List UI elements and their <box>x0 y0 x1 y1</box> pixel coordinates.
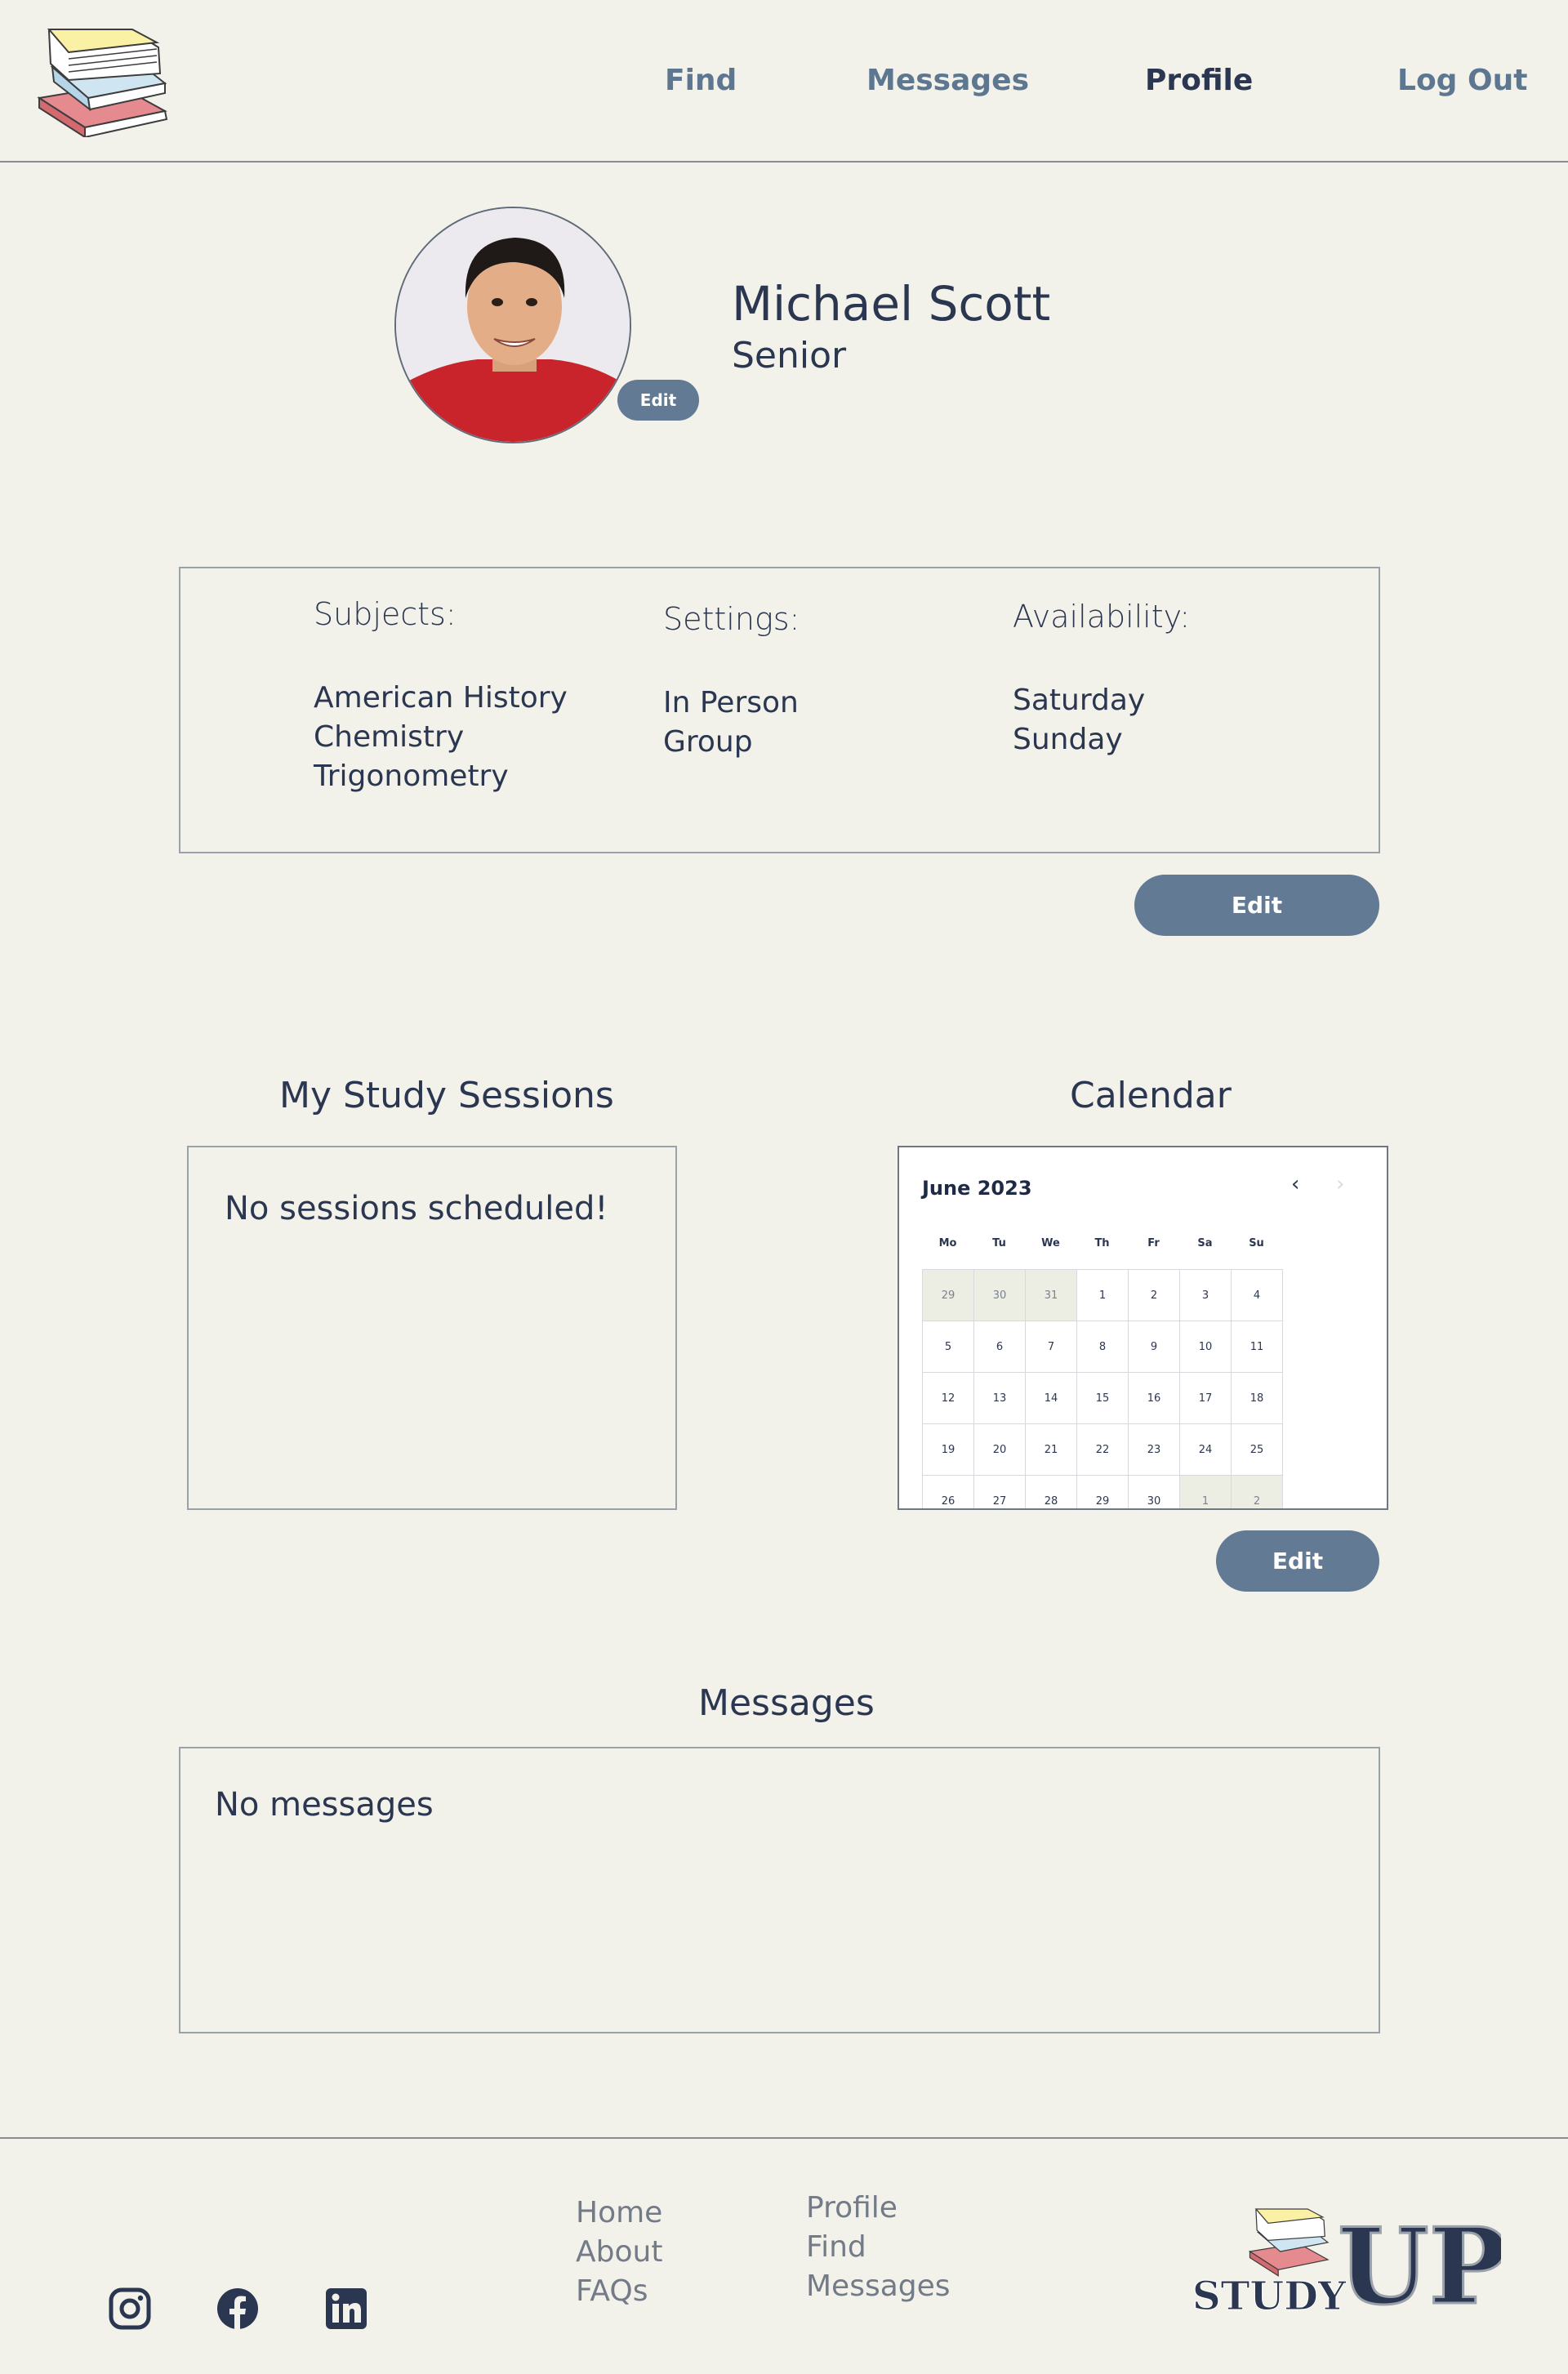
setting-item: Group <box>663 725 753 759</box>
footer-link-find[interactable]: Find <box>806 2228 951 2267</box>
profile-year: Senior <box>732 335 847 376</box>
nav-logout[interactable]: Log Out <box>1397 64 1527 97</box>
availability-heading: Availability: <box>1013 599 1191 635</box>
subjects-list: American History Chemistry Trigonometry <box>314 679 568 796</box>
edit-photo-button[interactable]: Edit <box>617 380 699 421</box>
calendar-day[interactable]: 12 <box>923 1373 974 1424</box>
calendar-day[interactable]: 7 <box>1026 1321 1077 1373</box>
availability-item: Sunday <box>1013 723 1123 756</box>
calendar-day[interactable]: 16 <box>1129 1373 1180 1424</box>
calendar-day[interactable]: 15 <box>1077 1373 1129 1424</box>
nav-profile[interactable]: Profile <box>1145 64 1253 97</box>
subjects-heading: Subjects: <box>314 596 457 632</box>
availability-list: Saturday Sunday <box>1013 681 1145 759</box>
no-messages-text: No messages <box>215 1786 434 1824</box>
weekday-label: Mo <box>938 1237 957 1249</box>
calendar-day[interactable]: 29 <box>1077 1476 1129 1508</box>
calendar-day[interactable]: 1 <box>1077 1270 1129 1321</box>
footer-links-col1: Home About FAQs <box>576 2194 662 2311</box>
profile-name: Michael Scott <box>732 276 1051 332</box>
edit-profile-info-button[interactable]: Edit <box>1134 875 1379 936</box>
calendar-day[interactable]: 1 <box>1180 1476 1232 1508</box>
calendar-day[interactable]: 21 <box>1026 1424 1077 1476</box>
calendar-day[interactable]: 20 <box>974 1424 1026 1476</box>
avatar <box>394 207 631 443</box>
calendar-day[interactable]: 23 <box>1129 1424 1180 1476</box>
calendar-day[interactable]: 2 <box>1232 1476 1283 1508</box>
calendar-day[interactable]: 27 <box>974 1476 1026 1508</box>
calendar-widget: June 2023 ‹ › Mo Tu We Th Fr Sa Su 29 30… <box>898 1146 1388 1510</box>
calendar-day[interactable]: 6 <box>974 1321 1026 1373</box>
facebook-icon[interactable] <box>216 2287 259 2330</box>
calendar-day[interactable]: 30 <box>974 1270 1026 1321</box>
brand-up-text: UP <box>1338 2206 1501 2319</box>
calendar-day[interactable]: 8 <box>1077 1321 1129 1373</box>
books-logo[interactable] <box>36 23 176 139</box>
calendar-day[interactable]: 24 <box>1180 1424 1232 1476</box>
weekday-label: Sa <box>1197 1237 1213 1249</box>
header-divider <box>0 161 1568 163</box>
messages-title: Messages <box>698 1682 875 1724</box>
calendar-day[interactable]: 11 <box>1232 1321 1283 1373</box>
calendar-day[interactable]: 2 <box>1129 1270 1180 1321</box>
calendar-day[interactable]: 30 <box>1129 1476 1180 1508</box>
no-sessions-text: No sessions scheduled! <box>225 1190 608 1227</box>
footer-link-messages[interactable]: Messages <box>806 2267 951 2306</box>
chevron-right-icon[interactable]: › <box>1336 1172 1344 1196</box>
study-sessions-title: My Study Sessions <box>279 1075 614 1116</box>
calendar-day[interactable]: 26 <box>923 1476 974 1508</box>
weekday-header: Mo Tu We Th Fr Sa Su <box>922 1237 1282 1249</box>
settings-list: In Person Group <box>663 684 799 762</box>
calendar-day[interactable]: 14 <box>1026 1373 1077 1424</box>
weekday-label: Fr <box>1147 1237 1160 1249</box>
footer-links-col2: Profile Find Messages <box>806 2189 951 2306</box>
calendar-day[interactable]: 10 <box>1180 1321 1232 1373</box>
chevron-left-icon[interactable]: ‹ <box>1291 1172 1299 1196</box>
calendar-day[interactable]: 19 <box>923 1424 974 1476</box>
calendar-month-label: June 2023 <box>922 1177 1032 1200</box>
calendar-day[interactable]: 3 <box>1180 1270 1232 1321</box>
nav-find[interactable]: Find <box>665 64 737 97</box>
weekday-label: Su <box>1249 1237 1264 1249</box>
setting-item: In Person <box>663 686 799 719</box>
calendar-day[interactable]: 25 <box>1232 1424 1283 1476</box>
studyup-logo[interactable]: STUDY UP <box>1191 2197 1509 2330</box>
edit-calendar-button[interactable]: Edit <box>1216 1530 1379 1592</box>
calendar-day[interactable]: 9 <box>1129 1321 1180 1373</box>
calendar-grid: 29 30 31 1 2 3 4 5 6 7 8 9 10 11 12 13 1… <box>922 1269 1283 1508</box>
calendar-day[interactable]: 17 <box>1180 1373 1232 1424</box>
subject-item: Chemistry <box>314 720 465 754</box>
calendar-day[interactable]: 31 <box>1026 1270 1077 1321</box>
study-sessions-panel: No sessions scheduled! <box>187 1146 677 1510</box>
calendar-day[interactable]: 29 <box>923 1270 974 1321</box>
calendar-day[interactable]: 4 <box>1232 1270 1283 1321</box>
calendar-day[interactable]: 5 <box>923 1321 974 1373</box>
footer-link-faqs[interactable]: FAQs <box>576 2272 662 2311</box>
weekday-label: We <box>1041 1237 1060 1249</box>
nav-messages[interactable]: Messages <box>866 64 1029 97</box>
calendar-title: Calendar <box>1070 1075 1232 1116</box>
linkedin-icon[interactable] <box>325 2287 368 2330</box>
subject-item: Trigonometry <box>314 759 509 793</box>
calendar-day[interactable]: 18 <box>1232 1373 1283 1424</box>
footer-link-home[interactable]: Home <box>576 2194 662 2233</box>
footer-link-profile[interactable]: Profile <box>806 2189 951 2228</box>
settings-heading: Settings: <box>663 601 800 637</box>
availability-item: Saturday <box>1013 684 1146 717</box>
calendar-day[interactable]: 28 <box>1026 1476 1077 1508</box>
weekday-label: Th <box>1094 1237 1110 1249</box>
messages-panel: No messages <box>179 1747 1380 2033</box>
calendar-day[interactable]: 22 <box>1077 1424 1129 1476</box>
calendar-day[interactable]: 13 <box>974 1373 1026 1424</box>
weekday-label: Tu <box>992 1237 1006 1249</box>
subject-item: American History <box>314 681 568 715</box>
instagram-icon[interactable] <box>109 2287 151 2330</box>
footer-link-about[interactable]: About <box>576 2233 662 2272</box>
brand-study-text: STUDY <box>1192 2274 1347 2319</box>
footer-divider <box>0 2137 1568 2139</box>
